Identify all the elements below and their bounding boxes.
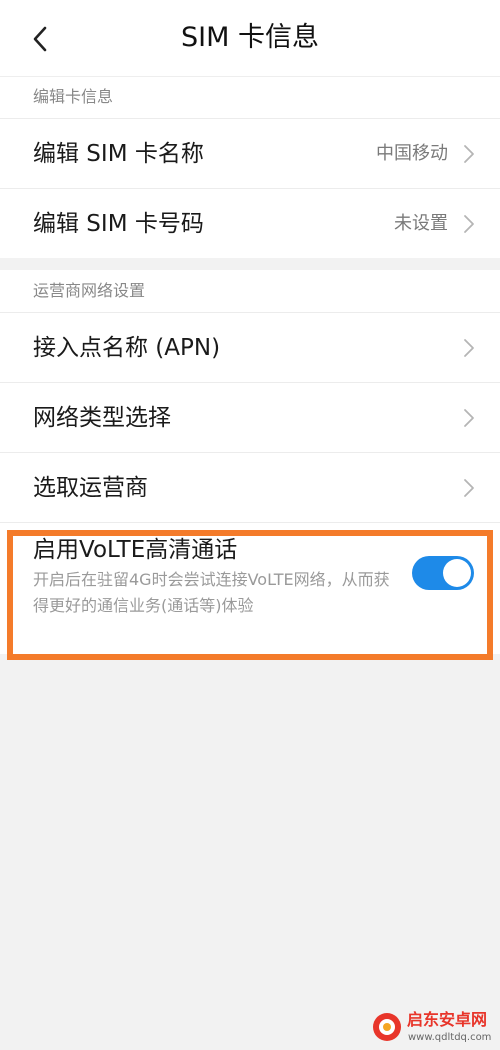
volte-row: 启用VoLTE高清通话 开启后在驻留4G时会尝试连接VoLTE网络，从而获得更好…: [0, 522, 500, 654]
edit-sim-name-row[interactable]: 编辑 SIM 卡名称 中国移动: [0, 118, 500, 188]
apn-row[interactable]: 接入点名称 (APN): [0, 312, 500, 382]
watermark: 启东安卓网 www.qdltdq.com: [372, 1010, 500, 1050]
watermark-name: 启东安卓网: [407, 1010, 488, 1029]
volte-description: 开启后在驻留4G时会尝试连接VoLTE网络，从而获得更好的通信业务(通话等)体验: [33, 570, 390, 615]
chevron-right-icon: [464, 479, 474, 497]
network-type-row[interactable]: 网络类型选择: [0, 382, 500, 452]
row-label: 编辑 SIM 卡名称: [33, 141, 204, 167]
section-gap: [0, 258, 500, 270]
section-header-carrier-network: 运营商网络设置: [0, 270, 500, 312]
chevron-right-icon: [464, 409, 474, 427]
toggle-knob: [443, 559, 471, 587]
chevron-right-icon: [464, 215, 474, 233]
chevron-right-icon: [464, 145, 474, 163]
row-value: 未设置: [394, 213, 448, 234]
volte-toggle[interactable]: [412, 556, 474, 590]
page-title: SIM 卡信息: [181, 22, 319, 53]
top-bar: SIM 卡信息: [0, 0, 500, 76]
row-label: 网络类型选择: [33, 405, 171, 431]
volte-title: 启用VoLTE高清通话: [33, 537, 238, 563]
select-carrier-row[interactable]: 选取运营商: [0, 452, 500, 522]
row-label: 接入点名称 (APN): [33, 335, 221, 361]
row-label: 编辑 SIM 卡号码: [33, 211, 204, 237]
row-label: 选取运营商: [33, 475, 148, 501]
edit-sim-number-row[interactable]: 编辑 SIM 卡号码 未设置: [0, 188, 500, 258]
row-value: 中国移动: [376, 143, 448, 164]
section-header-edit-card: 编辑卡信息: [0, 76, 500, 118]
watermark-logo-icon: [373, 1013, 401, 1041]
chevron-right-icon: [464, 339, 474, 357]
watermark-url: www.qdltdq.com: [408, 1032, 492, 1043]
